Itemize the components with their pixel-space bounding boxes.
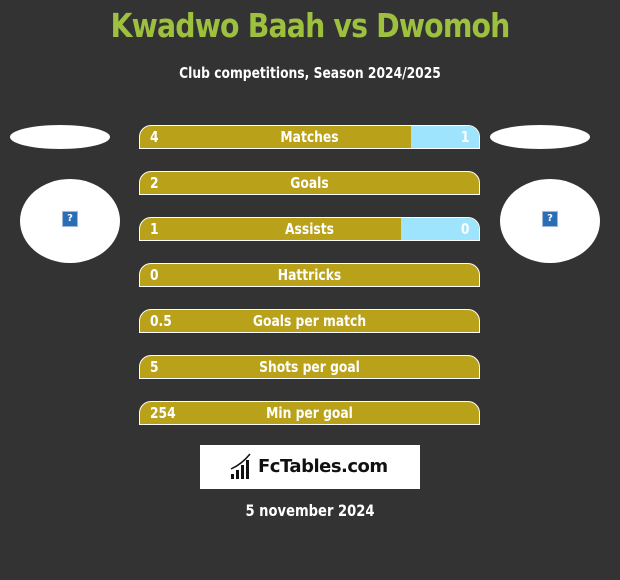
right-value: 1: [460, 128, 469, 146]
stat-row-matches: 4 Matches 1: [139, 125, 480, 149]
page-subtitle: Club competitions, Season 2024/2025: [179, 64, 441, 82]
fctables-logo[interactable]: FcTables.com: [200, 445, 420, 489]
left-player-name-placeholder: [10, 125, 110, 149]
stat-label: Min per goal: [266, 404, 353, 422]
stat-row-hattricks: 0 Hattricks: [139, 263, 480, 287]
stat-row-goals-per-match: 0.5 Goals per match: [139, 309, 480, 333]
missing-image-icon: ?: [542, 211, 558, 227]
left-value: 1: [150, 220, 159, 238]
stat-row-goals: 2 Goals: [139, 171, 480, 195]
left-value: 0.5: [150, 312, 172, 330]
right-player-name-placeholder: [490, 125, 590, 149]
left-value: 4: [150, 128, 159, 146]
left-value: 2: [150, 174, 159, 192]
stat-label: Assists: [285, 220, 334, 238]
left-value: 0: [150, 266, 159, 284]
stat-label: Shots per goal: [259, 358, 360, 376]
stat-label: Goals per match: [252, 312, 367, 330]
stat-label: Hattricks: [277, 266, 342, 284]
stat-label: Goals: [290, 174, 329, 192]
page-title: Kwadwo Baah vs Dwomoh: [110, 6, 510, 45]
date-label: 5 november 2024: [245, 501, 375, 520]
stat-row-min-per-goal: 254 Min per goal: [139, 401, 480, 425]
bar-chart-icon: [230, 453, 251, 479]
left-value: 5: [150, 358, 159, 376]
right-value: 0: [460, 220, 469, 238]
stat-label: Matches: [280, 128, 339, 146]
stat-row-shots-per-goal: 5 Shots per goal: [139, 355, 480, 379]
left-player-avatar: ?: [20, 179, 120, 263]
logo-text: FcTables.com: [258, 456, 388, 477]
right-player-avatar: ?: [500, 179, 600, 263]
missing-image-icon: ?: [62, 211, 78, 227]
stat-row-assists: 1 Assists 0: [139, 217, 480, 241]
